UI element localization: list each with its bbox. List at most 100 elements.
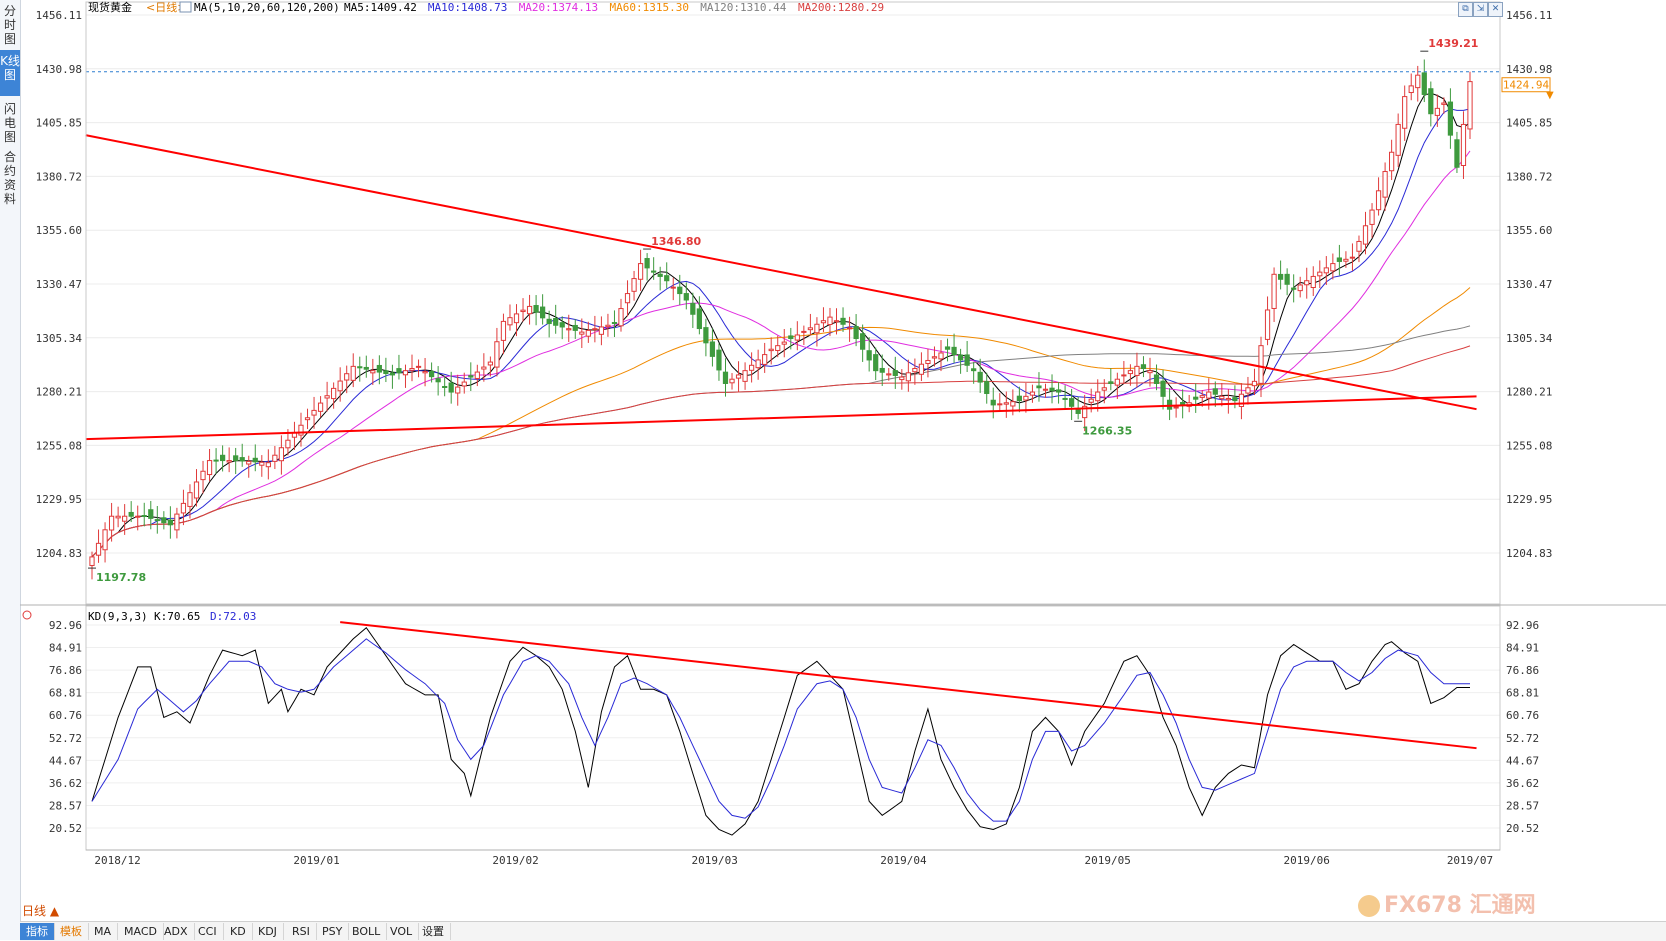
candle-body <box>683 293 689 301</box>
candle-body <box>252 457 258 463</box>
indicator-tab[interactable]: MA <box>88 923 119 940</box>
candle-body <box>128 511 134 517</box>
indicator-tab[interactable]: ADX <box>158 923 195 940</box>
candle <box>415 359 422 378</box>
axes <box>20 1 1666 851</box>
candle <box>807 313 814 336</box>
candle <box>677 274 683 306</box>
candle <box>389 364 396 389</box>
candlesticks <box>89 59 1473 580</box>
price-tick-left: 1430.98 <box>36 63 82 76</box>
candle-body <box>1297 284 1303 292</box>
candle-body <box>1042 388 1049 391</box>
indicator-tab[interactable]: CCI <box>192 923 224 940</box>
candle <box>239 443 245 467</box>
kd-k-line <box>91 626 1470 836</box>
candle-body <box>1382 171 1388 198</box>
candle-body <box>598 326 605 335</box>
watermark-text: FX678 汇通网 <box>1384 893 1536 918</box>
candle-body <box>1153 374 1160 384</box>
candle-body <box>298 424 304 436</box>
candle-body <box>977 371 983 383</box>
grid <box>86 14 1500 829</box>
price-tick-left: 1229.95 <box>36 493 82 506</box>
candle-body <box>1317 271 1323 277</box>
indicator-tab[interactable]: RSI <box>286 923 317 940</box>
candle <box>481 353 487 382</box>
candle-body <box>1336 257 1342 262</box>
price-marker-icon: ▼ <box>1546 90 1554 101</box>
candle-body <box>866 350 872 361</box>
price-tick-left: 1280.21 <box>36 386 82 399</box>
fit-icon[interactable]: ⇲ <box>1473 2 1488 17</box>
candle <box>1245 376 1251 405</box>
candle-body <box>154 519 160 522</box>
candle-body <box>651 270 657 273</box>
indicator-tab[interactable]: 模板 <box>54 923 89 940</box>
candle <box>115 506 121 528</box>
candle-body <box>1199 395 1205 398</box>
candle <box>533 295 539 326</box>
candle-body <box>1284 273 1290 285</box>
indicator-tab[interactable]: 指标 <box>20 923 55 940</box>
indicator-tab[interactable]: VOL <box>384 923 420 940</box>
candle <box>1147 357 1153 387</box>
candle-body <box>957 354 964 361</box>
candle-body <box>1434 107 1440 116</box>
price-tick-left: 1255.08 <box>36 439 82 452</box>
candle-body <box>1219 395 1225 400</box>
candle-body <box>703 327 709 344</box>
candle-body <box>1114 378 1120 386</box>
price-tick-left: 1456.11 <box>36 9 82 22</box>
candle-body <box>1264 309 1271 340</box>
candle-body <box>1225 397 1231 401</box>
candle <box>1134 352 1140 388</box>
annotation-high: 1346.80 <box>651 235 701 248</box>
candle <box>585 321 591 343</box>
candle <box>161 511 167 530</box>
indicator-tab[interactable]: BOLL <box>346 923 388 940</box>
candle-body <box>428 370 435 378</box>
candle-body <box>396 368 402 374</box>
candle-body <box>507 317 513 326</box>
candle-body <box>1101 387 1107 391</box>
instrument-name: 现货黄金 <box>88 0 132 14</box>
candle-body <box>1095 391 1101 402</box>
close-icon[interactable]: ✕ <box>1488 2 1503 17</box>
candle-body <box>1069 398 1075 407</box>
candle-body <box>494 341 500 368</box>
restore-icon[interactable]: ⧉ <box>1458 2 1473 17</box>
price-tick-right: 1380.72 <box>1506 170 1552 183</box>
indicator-tab[interactable]: 设置 <box>416 923 451 940</box>
price-tick-right: 1204.83 <box>1506 547 1552 560</box>
candle-body <box>402 370 409 376</box>
indicator-tab[interactable]: KD <box>224 923 253 940</box>
candle-body <box>1310 275 1316 289</box>
candle <box>1264 296 1271 346</box>
period-button[interactable]: 日线 ▲ <box>22 902 59 920</box>
kd-trendline-resistance <box>340 621 1477 750</box>
candle <box>873 347 879 381</box>
candle <box>1186 395 1192 413</box>
kd-tick-left: 52.72 <box>49 732 82 745</box>
candle <box>631 270 637 301</box>
kd-settings-icon <box>22 610 32 620</box>
price-tick-left: 1305.34 <box>36 332 83 345</box>
candle <box>1330 253 1336 280</box>
candle-body <box>572 324 578 331</box>
candle-body <box>879 367 885 373</box>
kd-d-value: D:72.03 <box>210 610 256 623</box>
candle-body <box>363 366 369 370</box>
candle-body <box>1389 151 1395 172</box>
indicator-tab[interactable]: KDJ <box>252 923 284 940</box>
candle-body <box>631 278 637 292</box>
trendline-kd <box>340 621 1477 750</box>
indicator-tab[interactable]: PSY <box>316 923 350 940</box>
candle-body <box>912 368 918 373</box>
candle-body <box>383 370 389 375</box>
candle-body <box>1232 397 1238 402</box>
candle <box>781 329 787 358</box>
candle-body <box>174 513 180 531</box>
candle-body <box>1121 374 1127 377</box>
candle-body <box>781 341 787 345</box>
